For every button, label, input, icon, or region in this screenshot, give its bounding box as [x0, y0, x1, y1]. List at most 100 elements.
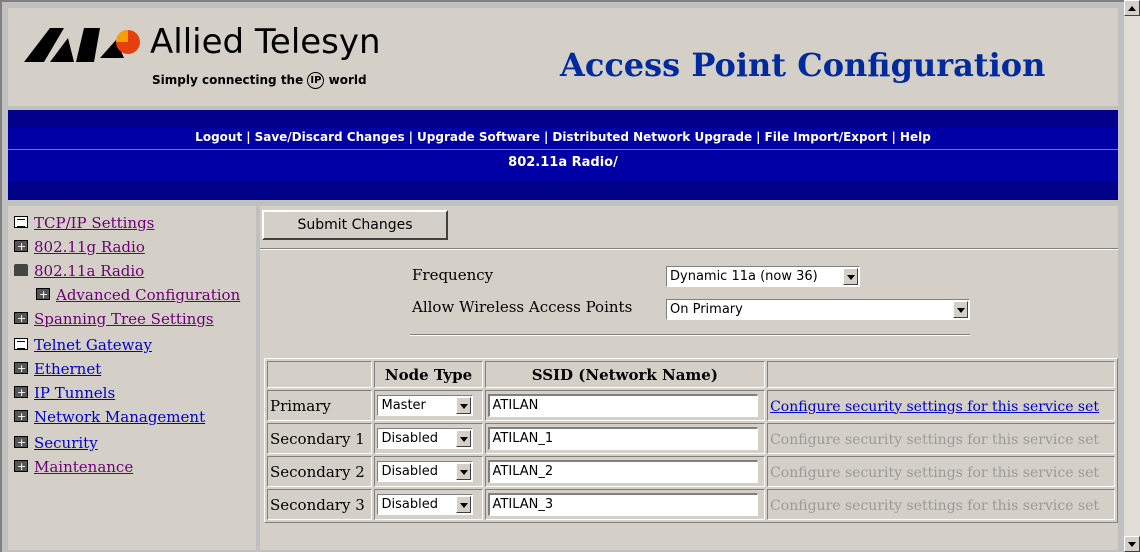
divider — [410, 334, 970, 336]
node-type-select[interactable]: Disabled — [377, 494, 474, 515]
row-name: Secondary 3 — [267, 489, 373, 520]
node-type-select[interactable]: Disabled — [377, 461, 474, 482]
ssid-input[interactable]: ATILAN_3 — [487, 493, 758, 516]
ssid-input[interactable]: ATILAN_2 — [487, 460, 758, 483]
document-icon — [14, 216, 28, 228]
sidebar-item-label[interactable]: TCP/IP Settings — [34, 214, 154, 232]
node-type-value: Disabled — [381, 431, 438, 446]
scroll-down-icon[interactable] — [1124, 536, 1140, 552]
sidebar-item-tcpip[interactable]: TCP/IP Settings — [14, 212, 154, 234]
node-type-cell: Disabled — [374, 456, 483, 487]
allow-wap-label: Allow Wireless Access Points — [412, 298, 633, 316]
upgrade-software-link[interactable]: Upgrade Software — [417, 130, 540, 144]
sidebar-item-label[interactable]: Network Management — [34, 408, 205, 426]
document-icon — [14, 338, 28, 350]
distributed-upgrade-link[interactable]: Distributed Network Upgrade — [552, 130, 752, 144]
separator: | — [891, 130, 896, 144]
allied-telesyn-logo-icon — [24, 28, 140, 62]
sidebar-item-80211g[interactable]: 802.11g Radio — [14, 236, 145, 258]
folder-plus-icon — [14, 456, 28, 478]
frequency-select[interactable]: Dynamic 11a (now 36) — [666, 266, 860, 287]
sidebar-item-label[interactable]: IP Tunnels — [34, 384, 115, 402]
table-header: Node Type — [374, 361, 483, 388]
table-header — [267, 361, 373, 388]
scroll-up-icon[interactable] — [1124, 0, 1140, 16]
main-content: Submit Changes Frequency Dynamic 11a (no… — [260, 206, 1118, 550]
sidebar-item-ethernet[interactable]: Ethernet — [14, 358, 101, 380]
chevron-down-icon[interactable] — [456, 430, 472, 447]
sidebar-item-label[interactable]: Ethernet — [34, 360, 101, 378]
sidebar-item-label[interactable]: Security — [34, 434, 98, 452]
sidebar-item-label[interactable]: Spanning Tree Settings — [34, 310, 214, 328]
allow-wap-value: On Primary — [670, 302, 743, 317]
logout-link[interactable]: Logout — [195, 130, 242, 144]
brand-logo: Allied Telesyn Simply connecting the IP … — [24, 20, 384, 100]
node-type-cell: Disabled — [374, 489, 483, 520]
ip-icon: IP — [307, 72, 325, 89]
chevron-down-icon[interactable] — [953, 301, 968, 318]
security-cell: Configure security settings for this ser… — [767, 423, 1115, 454]
sidebar-item-maintenance[interactable]: Maintenance — [14, 456, 133, 478]
separator: | — [543, 130, 549, 144]
top-nav-bar: Logout | Save/Discard Changes | Upgrade Soft… — [8, 110, 1118, 200]
sidebar-item-label[interactable]: 802.11g Radio — [34, 238, 145, 256]
chevron-down-icon[interactable] — [456, 463, 472, 480]
node-type-cell: Disabled — [374, 423, 483, 454]
submit-changes-button[interactable]: Submit Changes — [262, 210, 448, 240]
sidebar-item-label[interactable]: Maintenance — [34, 458, 133, 476]
vertical-scrollbar[interactable] — [1124, 0, 1140, 552]
sidebar-item-80211a[interactable]: 802.11a Radio — [14, 260, 144, 282]
folder-open-icon — [14, 264, 28, 276]
node-type-cell: Master — [374, 390, 483, 421]
sidebar-item-network-mgmt[interactable]: Network Management — [14, 406, 205, 428]
ssid-cell: ATILAN_1 — [484, 423, 766, 454]
tagline-end: world — [328, 73, 367, 87]
sidebar-item-label[interactable]: Telnet Gateway — [34, 336, 152, 354]
chevron-down-icon[interactable] — [456, 397, 472, 414]
ssid-input[interactable]: ATILAN — [487, 394, 758, 417]
table-row: Secondary 3 Disabled ATILAN_3 Configure … — [267, 489, 1115, 520]
ssid-cell: ATILAN_2 — [484, 456, 766, 487]
sidebar-item-label[interactable]: Advanced Configuration — [56, 286, 240, 304]
header: Allied Telesyn Simply connecting the IP … — [8, 8, 1118, 106]
ssid-cell: ATILAN — [484, 390, 766, 421]
table-header-row: Node Type SSID (Network Name) — [267, 361, 1115, 388]
security-cell: Configure security settings for this ser… — [767, 456, 1115, 487]
node-type-select[interactable]: Disabled — [377, 428, 474, 449]
sidebar-item-label[interactable]: 802.11a Radio — [34, 262, 144, 280]
configure-security-link[interactable]: Configure security settings for this ser… — [770, 399, 1099, 415]
allow-wap-select[interactable]: On Primary — [666, 299, 970, 320]
folder-plus-icon — [14, 432, 28, 454]
help-link[interactable]: Help — [900, 130, 931, 144]
table-row: Secondary 2 Disabled ATILAN_2 Configure … — [267, 456, 1115, 487]
folder-plus-icon — [14, 406, 28, 428]
node-type-value: Master — [381, 398, 426, 413]
folder-plus-icon — [14, 308, 28, 330]
table-header: SSID (Network Name) — [484, 361, 766, 388]
file-import-export-link[interactable]: File Import/Export — [765, 130, 888, 144]
browser-frame: Allied Telesyn Simply connecting the IP … — [0, 0, 1124, 552]
folder-plus-icon — [36, 284, 50, 306]
sidebar-item-spanning-tree[interactable]: Spanning Tree Settings — [14, 308, 214, 330]
top-nav-links: Logout | Save/Discard Changes | Upgrade Soft… — [8, 130, 1118, 144]
table-row: Secondary 1 Disabled ATILAN_1 Configure … — [267, 423, 1115, 454]
table-header — [767, 361, 1115, 388]
sidebar-item-advanced[interactable]: Advanced Configuration — [36, 284, 240, 306]
chevron-down-icon[interactable] — [456, 496, 472, 513]
save-discard-link[interactable]: Save/Discard Changes — [255, 130, 405, 144]
tagline-text: Simply connecting the — [152, 73, 304, 87]
ssid-input[interactable]: ATILAN_1 — [487, 427, 758, 450]
node-type-value: Disabled — [381, 497, 438, 512]
separator: | — [246, 130, 251, 144]
sidebar-item-security[interactable]: Security — [14, 432, 98, 454]
nav-divider — [8, 149, 1118, 150]
node-type-select[interactable]: Master — [377, 395, 474, 416]
sidebar-item-ip-tunnels[interactable]: IP Tunnels — [14, 382, 115, 404]
sidebar-item-telnet[interactable]: Telnet Gateway — [14, 334, 152, 356]
configure-security-disabled: Configure security settings for this ser… — [770, 497, 1100, 514]
separator: | — [756, 130, 761, 144]
chevron-down-icon[interactable] — [843, 268, 858, 285]
separator: | — [408, 130, 414, 144]
ssid-cell: ATILAN_3 — [484, 489, 766, 520]
folder-plus-icon — [14, 358, 28, 380]
